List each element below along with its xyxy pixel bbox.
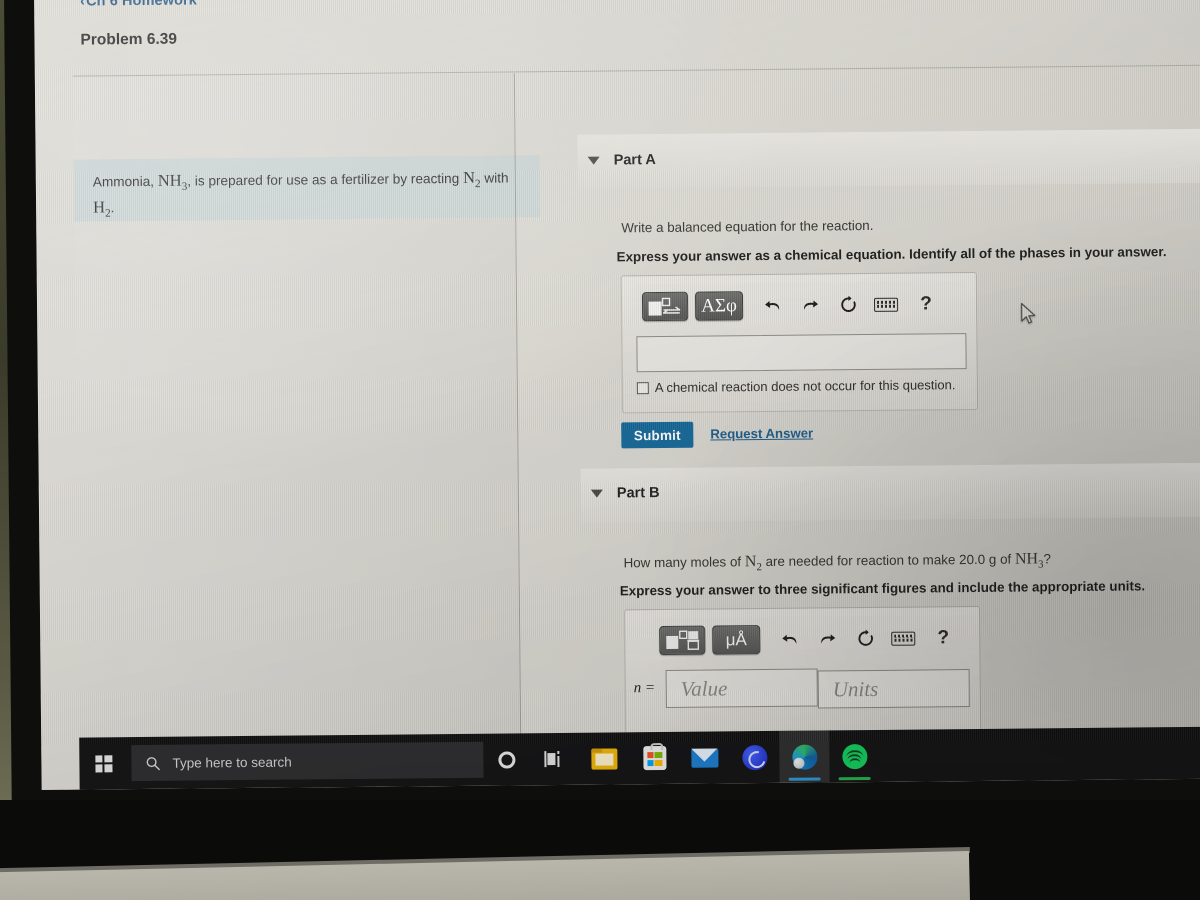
part-b-toolbar: μÅ ?: [653, 615, 970, 664]
part-b-q-suffix: ?: [1043, 551, 1052, 567]
no-reaction-label: A chemical reaction does not occur for t…: [654, 377, 956, 396]
collapse-caret-icon[interactable]: [590, 489, 603, 498]
undo-icon[interactable]: [774, 626, 804, 652]
taskbar-item-microsoft-store[interactable]: [629, 732, 679, 784]
spotify-icon: [841, 743, 868, 769]
formula-nh3: NH3: [157, 170, 188, 193]
microsoft-edge-icon: [791, 744, 818, 770]
part-a-answer-input[interactable]: [636, 333, 967, 373]
browser-page: ‹Ch 6 Homework Problem 6.39 Ammonia, NH3…: [34, 0, 1200, 790]
part-a-label: Part A: [613, 152, 656, 169]
start-button[interactable]: [79, 737, 127, 789]
part-a-header[interactable]: Part A: [587, 152, 656, 169]
taskbar-item-mail[interactable]: [679, 731, 729, 783]
no-reaction-checkbox-row[interactable]: A chemical reaction does not occur for t…: [636, 377, 956, 396]
windows-start-icon: [94, 754, 113, 772]
taskbar-item-task-view[interactable]: [529, 733, 579, 785]
value-input[interactable]: Value: [665, 668, 818, 708]
collapse-caret-icon[interactable]: [587, 156, 600, 165]
cortana-button[interactable]: [483, 733, 529, 785]
breadcrumb-label[interactable]: Ch 6 Homework: [86, 0, 197, 10]
value-placeholder: Value: [680, 675, 728, 701]
units-placeholder: Units: [832, 676, 879, 701]
search-icon: [146, 756, 160, 770]
part-a-submit-button[interactable]: Submit: [621, 421, 694, 449]
windows-taskbar: Type here to search: [79, 726, 1200, 790]
cortana-app-icon: [741, 744, 768, 770]
part-a-toolbar: ΑΣφ ?: [635, 281, 967, 330]
redo-icon[interactable]: [812, 626, 842, 652]
part-b-q-mid: are needed for reaction to make 20.0 g o…: [761, 551, 1016, 570]
reset-icon[interactable]: [833, 292, 863, 318]
mail-icon: [690, 747, 718, 768]
part-b-label: Part B: [616, 485, 660, 502]
help-icon[interactable]: ?: [928, 625, 958, 651]
undo-icon[interactable]: [757, 292, 787, 318]
part-b-question: How many moles of N2 are needed for reac…: [623, 549, 1051, 578]
chemical-equation-template-icon[interactable]: [641, 291, 689, 322]
part-b-band: [580, 462, 1200, 523]
keyboard-icon[interactable]: [888, 625, 918, 651]
task-view-icon: [544, 750, 564, 768]
part-a-band: [577, 128, 1200, 189]
problem-statement: Ammonia, NH3, is prepared for use as a f…: [93, 167, 533, 224]
microsoft-store-icon: [642, 745, 667, 771]
search-placeholder: Type here to search: [172, 754, 292, 771]
redo-icon[interactable]: [795, 292, 825, 318]
problem-text-mid: , is prepared for use as a fertilizer by…: [187, 170, 464, 189]
part-b-instruction: Express your answer to three significant…: [619, 578, 1146, 599]
taskbar-item-file-explorer[interactable]: [579, 732, 629, 784]
file-explorer-icon: [591, 747, 618, 770]
part-a-instruction: Express your answer as a chemical equati…: [616, 244, 1167, 265]
breadcrumb[interactable]: ‹Ch 6 Homework: [80, 0, 197, 10]
units-symbols-button[interactable]: μÅ: [712, 625, 761, 655]
formula-nh3: NH3: [1014, 550, 1044, 571]
laptop-screen: ‹Ch 6 Homework Problem 6.39 Ammonia, NH3…: [34, 0, 1200, 790]
units-input[interactable]: Units: [817, 669, 970, 709]
no-reaction-checkbox[interactable]: [636, 381, 649, 394]
part-b-header[interactable]: Part B: [590, 485, 660, 502]
greek-symbols-button[interactable]: ΑΣφ: [694, 291, 744, 321]
formula-n2: N2: [462, 167, 481, 191]
problem-text-period: .: [110, 200, 115, 216]
part-a-question: Write a balanced equation for the reacti…: [621, 217, 874, 236]
cortana-circle-icon: [497, 750, 515, 769]
math-template-icon[interactable]: [659, 625, 706, 656]
part-b-answer-panel: μÅ ? n = Value Units: [623, 605, 982, 738]
formula-n2: N2: [744, 553, 762, 574]
keyboard-icon[interactable]: [871, 291, 901, 317]
page-title: Problem 6.39: [80, 30, 178, 49]
variable-label: n =: [633, 680, 656, 697]
formula-h2: H2: [92, 197, 111, 220]
part-a-request-answer-link[interactable]: Request Answer: [710, 426, 813, 442]
taskbar-item-spotify[interactable]: [829, 730, 879, 782]
help-icon[interactable]: ?: [911, 291, 941, 317]
back-chevron-icon[interactable]: ‹: [80, 0, 85, 10]
taskbar-item-microsoft-edge[interactable]: [779, 730, 830, 783]
mouse-cursor: [1020, 302, 1036, 324]
search-input[interactable]: Type here to search: [131, 741, 484, 782]
taskbar-item-cortana-app[interactable]: [729, 731, 779, 783]
part-b-q-prefix: How many moles of: [623, 554, 745, 571]
part-a-answer-panel: ΑΣφ ? A chemical reaction does not occur…: [620, 271, 979, 414]
problem-text-prefix: Ammonia,: [92, 173, 158, 190]
photo-scene: ‹Ch 6 Homework Problem 6.39 Ammonia, NH3…: [0, 0, 1200, 900]
parts-pane: Part A Write a balanced equation for the…: [515, 67, 1200, 738]
reset-icon[interactable]: [850, 625, 880, 651]
problem-text-suffix: with: [480, 170, 509, 186]
